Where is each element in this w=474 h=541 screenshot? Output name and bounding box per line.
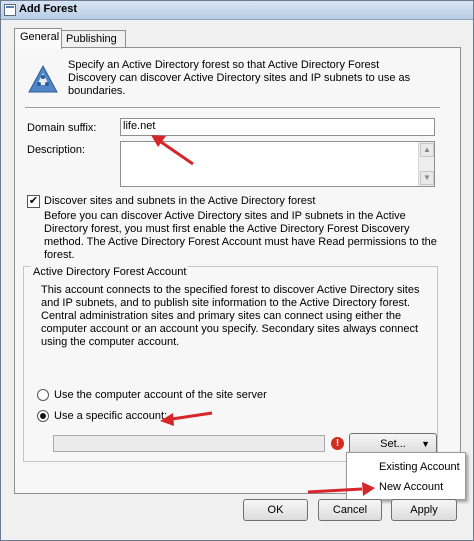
tab-general-label: General [20, 31, 60, 43]
annotation-layer [151, 135, 375, 496]
annotation-arrow-new-account [307, 482, 375, 496]
annotation-arrow-specific-account [160, 411, 213, 426]
tab-general[interactable]: General [14, 28, 62, 49]
annotation-arrow-domain [151, 135, 194, 166]
